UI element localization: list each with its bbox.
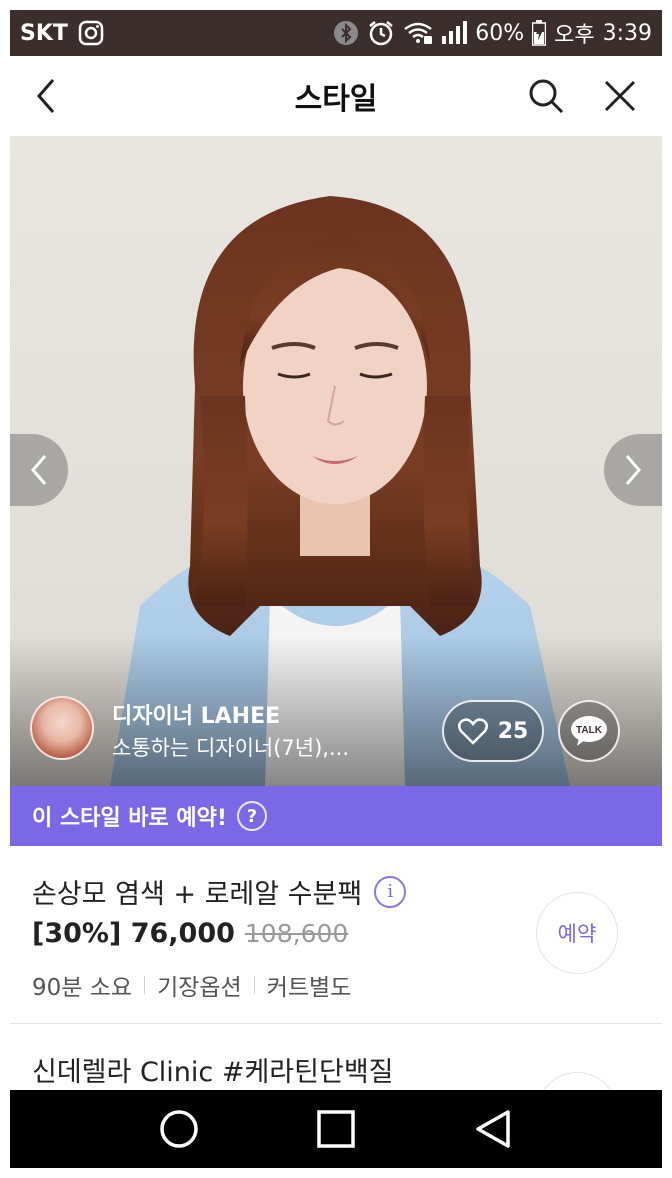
back-triangle-icon bbox=[476, 1110, 511, 1148]
like-button[interactable]: 25 bbox=[442, 700, 544, 762]
product-name: 손상모 염색 + 로레알 수분팩 bbox=[32, 879, 363, 910]
book-this-style-bar[interactable]: 이 스타일 바로 예약! ? bbox=[10, 786, 662, 846]
app-header: 스타일 bbox=[10, 56, 662, 136]
help-icon[interactable]: ? bbox=[236, 801, 267, 831]
home-button[interactable] bbox=[154, 1104, 204, 1154]
back-nav-button[interactable] bbox=[468, 1104, 518, 1154]
chevron-right-icon bbox=[625, 455, 641, 485]
designer-name[interactable]: 디자이너 LAHEE bbox=[112, 698, 280, 730]
talk-label: TALK bbox=[576, 725, 603, 736]
style-photo[interactable]: 디자이너 LAHEE 소통하는 디자이너(7년),... 25 TALK bbox=[10, 136, 662, 786]
product-item[interactable]: 손상모 염색 + 로레알 수분팩 i [30%] 76,000 108,600 … bbox=[10, 846, 662, 1024]
cut-separate-label: 커트별도 bbox=[266, 975, 352, 1001]
discount-price: [30%] 76,000 bbox=[32, 918, 235, 949]
time-label: 3:39 bbox=[602, 20, 652, 46]
battery-icon bbox=[532, 20, 547, 46]
heart-icon bbox=[457, 718, 488, 745]
product-item[interactable]: 신데렐라 Clinic #케라틴단백질 bbox=[10, 1024, 662, 1094]
battery-percent: 60% bbox=[475, 20, 525, 46]
duration-label: 90분 소요 bbox=[32, 975, 133, 1001]
product-name: 신데렐라 Clinic #케라틴단백질 bbox=[32, 1057, 394, 1088]
talk-bubble-icon: TALK bbox=[571, 716, 607, 746]
info-icon[interactable]: i bbox=[374, 875, 407, 908]
search-icon bbox=[529, 79, 564, 114]
bluetooth-icon bbox=[333, 20, 359, 46]
time-ampm: 오후 bbox=[554, 23, 595, 48]
instagram-icon bbox=[78, 20, 104, 46]
designer-description: 소통하는 디자이너(7년),... bbox=[112, 736, 350, 760]
divider bbox=[253, 976, 255, 994]
divider bbox=[144, 976, 146, 994]
recents-button[interactable] bbox=[311, 1104, 361, 1154]
alarm-icon bbox=[367, 19, 395, 47]
close-button[interactable] bbox=[598, 74, 642, 118]
kakao-talk-button[interactable]: TALK bbox=[558, 700, 620, 762]
system-nav-bar bbox=[10, 1090, 662, 1168]
chevron-left-icon bbox=[31, 455, 47, 485]
designer-avatar[interactable] bbox=[30, 696, 94, 760]
original-price: 108,600 bbox=[244, 919, 349, 948]
book-this-style-label: 이 스타일 바로 예약! bbox=[32, 806, 227, 831]
length-option-label: 기장옵션 bbox=[157, 975, 242, 1001]
search-button[interactable] bbox=[524, 74, 568, 118]
wifi-icon bbox=[403, 21, 433, 45]
home-circle-icon bbox=[159, 1110, 198, 1148]
status-bar: SKT 60% 오후 3:39 bbox=[10, 10, 662, 56]
signal-icon bbox=[441, 21, 468, 45]
close-icon bbox=[604, 80, 636, 112]
carrier-label: SKT bbox=[20, 20, 68, 46]
reserve-button[interactable]: 예약 bbox=[536, 892, 618, 974]
recents-square-icon bbox=[317, 1110, 355, 1148]
like-count: 25 bbox=[497, 718, 529, 744]
